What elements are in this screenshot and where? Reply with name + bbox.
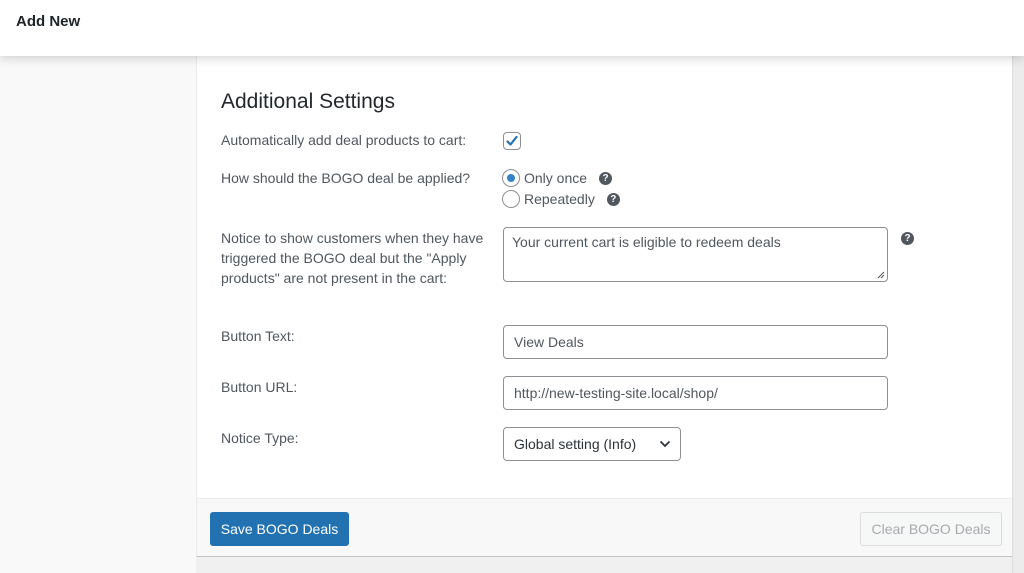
checkmark-icon [506, 135, 518, 146]
button-text-label: Button Text: [221, 328, 295, 344]
notice-textarea-value: Your current cart is eligible to redeem … [512, 234, 781, 250]
left-sidebar-area [0, 56, 196, 573]
radio-option-only-once[interactable]: Only once ? [502, 168, 613, 188]
only-once-label: Only once [524, 170, 588, 186]
section-title: Additional Settings [221, 90, 395, 113]
radio-option-repeatedly[interactable]: Repeatedly ? [502, 189, 620, 209]
top-bar: Add New [0, 0, 1024, 56]
auto-add-checkbox[interactable] [503, 132, 521, 150]
question-circle-icon[interactable]: ? [901, 232, 914, 245]
question-circle-icon[interactable]: ? [606, 192, 620, 206]
button-text-input[interactable]: View Deals [503, 325, 888, 359]
notice-label: Notice to show customers when they have … [221, 230, 484, 286]
auto-add-label: Automatically add deal products to cart: [221, 132, 467, 148]
chevron-down-icon [659, 440, 671, 448]
notice-textarea[interactable]: Your current cart is eligible to redeem … [503, 227, 888, 282]
additional-settings-panel: Additional Settings Automatically add de… [196, 56, 1012, 557]
button-url-label: Button URL: [221, 379, 298, 395]
only-once-radio[interactable] [502, 169, 520, 187]
page-title: Add New [16, 13, 81, 30]
button-url-input[interactable]: http://new-testing-site.local/shop/ [503, 376, 888, 410]
scrollbar-track[interactable] [1012, 56, 1024, 573]
notice-type-label: Notice Type: [221, 430, 299, 446]
clear-bogo-deals-button[interactable]: Clear BOGO Deals [860, 512, 1002, 546]
repeatedly-label: Repeatedly [524, 191, 595, 207]
notice-type-value: Global setting (Info) [514, 436, 637, 452]
save-bogo-deals-button[interactable]: Save BOGO Deals [210, 512, 349, 546]
notice-type-select[interactable]: Global setting (Info) [503, 427, 681, 461]
apply-mode-label: How should the BOGO deal be applied? [221, 170, 471, 186]
repeatedly-radio[interactable] [502, 190, 520, 208]
resize-handle-icon[interactable] [875, 269, 885, 279]
question-circle-icon[interactable]: ? [599, 171, 613, 185]
